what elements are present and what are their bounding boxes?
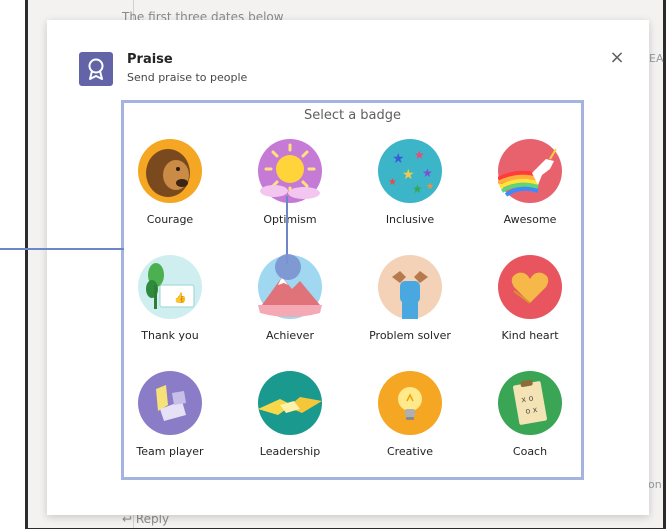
badge-selection-area: Select a badge Courage Optimism ★ ★ ★ ★ … — [121, 100, 584, 480]
close-button[interactable]: × — [607, 48, 627, 68]
clipboard-icon: x o o x — [498, 371, 562, 435]
background-snippet-bottom: on — [648, 478, 662, 491]
lion-icon — [138, 139, 202, 203]
badge-label: Creative — [386, 445, 434, 458]
badge-kind-heart[interactable]: Kind heart — [472, 255, 588, 355]
background-snippet-top: EA — [649, 52, 664, 65]
svg-text:★: ★ — [412, 182, 423, 196]
lightbulb-icon — [378, 371, 442, 435]
select-badge-title: Select a badge — [303, 108, 402, 123]
unicorn-icon — [497, 139, 562, 203]
badge-label: Coach — [512, 445, 548, 458]
badge-label: Achiever — [266, 329, 314, 342]
badge-label: Problem solver — [369, 329, 451, 342]
badge-creative[interactable]: Creative — [352, 371, 468, 471]
badge-courage[interactable]: Courage — [112, 139, 228, 239]
annotation-cursor-dot — [275, 254, 301, 280]
badge-label: Kind heart — [501, 329, 559, 342]
badge-label: Courage — [146, 213, 194, 226]
stars-icon: ★ ★ ★ ★ ★ ★ ★ — [378, 139, 442, 203]
badge-label: Thank you — [141, 329, 199, 342]
dialog-title: Praise — [127, 52, 173, 67]
badge-label: Awesome — [503, 213, 557, 226]
badge-coach[interactable]: x o o x Coach — [472, 371, 588, 471]
svg-text:★: ★ — [426, 182, 434, 192]
badge-label: Inclusive — [385, 213, 435, 226]
svg-text:★: ★ — [388, 177, 397, 188]
annotation-connector-horizontal — [0, 248, 124, 250]
praise-app-icon — [79, 52, 113, 86]
handshake-icon — [258, 371, 322, 435]
svg-text:★: ★ — [422, 166, 433, 180]
svg-text:★: ★ — [402, 167, 415, 183]
badge-leadership[interactable]: Leadership — [232, 371, 348, 471]
badge-label: Team player — [136, 445, 204, 458]
fist-icon — [378, 255, 442, 319]
badge-team-player[interactable]: Team player — [112, 371, 228, 471]
badge-label: Optimism — [263, 213, 317, 226]
thank-you-card-icon: 👍 — [138, 255, 202, 319]
badge-inclusive[interactable]: ★ ★ ★ ★ ★ ★ ★ Inclusive — [352, 139, 468, 239]
team-hands-icon — [138, 371, 202, 435]
svg-text:★: ★ — [414, 148, 425, 162]
heart-hands-icon — [498, 255, 562, 319]
sun-icon — [258, 139, 322, 203]
badge-awesome[interactable]: Awesome — [472, 139, 588, 239]
badge-thank-you[interactable]: 👍 Thank you — [112, 255, 228, 355]
badge-optimism[interactable]: Optimism — [232, 139, 348, 239]
badge-problem-solver[interactable]: Problem solver — [352, 255, 468, 355]
svg-text:👍: 👍 — [174, 291, 186, 304]
dialog-subtitle: Send praise to people — [127, 71, 248, 84]
badge-label: Leadership — [259, 445, 321, 458]
svg-text:★: ★ — [392, 151, 405, 167]
